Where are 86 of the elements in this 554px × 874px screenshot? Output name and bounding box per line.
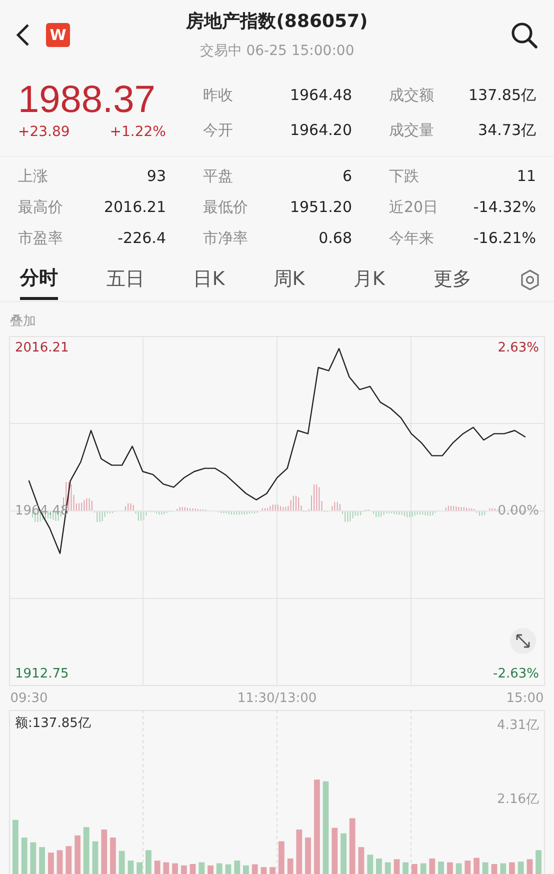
volume-bar	[198, 862, 205, 874]
stat-label: 近20日	[389, 197, 438, 218]
volume-bar	[340, 832, 346, 874]
volume-bar	[367, 854, 374, 874]
app-logo[interactable]: W	[46, 23, 70, 47]
stat-label: 昨收	[203, 85, 233, 106]
volume-bar	[464, 860, 471, 874]
expand-icon[interactable]	[510, 628, 536, 654]
volume-bar	[536, 850, 542, 874]
volume-bar	[146, 850, 152, 874]
stat-label: 平盘	[203, 166, 233, 188]
stat-value: 1964.48	[290, 85, 352, 106]
axis-label: 1912.75	[15, 666, 69, 681]
volume-bar	[48, 852, 54, 874]
percent-label: -2.63%	[493, 666, 539, 681]
axis-label: 4.31亿	[497, 717, 539, 732]
volume-bar	[509, 862, 515, 874]
volume-bar	[296, 829, 302, 874]
chart-tab[interactable]: 五日	[106, 260, 145, 300]
volume-bar	[402, 862, 408, 874]
stat-label: 成交额	[389, 85, 434, 106]
chart-tab[interactable]: 更多	[433, 260, 472, 300]
volume-bar	[30, 842, 36, 874]
volume-bar	[172, 862, 178, 874]
stat-label: 最低价	[203, 197, 248, 218]
stat-value: 11	[516, 166, 536, 188]
volume-bar	[278, 840, 284, 874]
volume-bar	[181, 864, 187, 874]
volume-bar	[332, 827, 338, 874]
price-change: +23.89	[18, 123, 70, 142]
page-title: 房地产指数(886057)	[184, 10, 369, 32]
stat-value: -226.4	[118, 228, 166, 250]
percent-label: 0.00%	[498, 502, 539, 518]
stat-label: 今开	[203, 120, 233, 142]
search-icon[interactable]	[510, 21, 538, 49]
stat-label: 市净率	[203, 228, 248, 250]
volume-bar	[500, 862, 506, 874]
time-label: 11:30/13:00	[237, 690, 317, 706]
volume-bar	[305, 837, 311, 874]
chart-tab[interactable]: 日K	[193, 260, 225, 300]
volume-bar	[101, 829, 108, 874]
axis-label: 2016.21	[15, 340, 69, 355]
chart-tab[interactable]: 分时	[20, 260, 58, 300]
chart-tab[interactable]: 月K	[353, 260, 385, 300]
time-label: 15:00	[506, 690, 544, 706]
stat-value: 6	[342, 166, 352, 188]
stat-value: -14.32%	[473, 197, 536, 218]
stat-value: 34.73亿	[478, 120, 536, 142]
stat-label: 成交量	[389, 120, 434, 142]
volume-total: 额:137.85亿	[15, 716, 91, 730]
volume-bar	[234, 860, 240, 874]
stat-value: 1964.20	[290, 120, 352, 142]
volume-bar	[474, 857, 480, 874]
stat-label: 最高价	[18, 197, 63, 218]
volume-bar	[110, 837, 116, 874]
volume-bar	[429, 858, 436, 874]
time-label: 09:30	[10, 690, 48, 706]
volume-bar	[39, 846, 45, 874]
stat-value: -16.21%	[473, 228, 536, 250]
stat-label: 市盈率	[18, 228, 63, 250]
settings-icon[interactable]	[520, 268, 540, 290]
volume-bar	[438, 861, 444, 874]
axis-label: 2.16亿	[497, 792, 539, 807]
stat-value: 1951.20	[290, 197, 352, 218]
volume-bar	[163, 862, 170, 874]
stat-label: 今年来	[389, 228, 434, 250]
volume-bar	[136, 862, 142, 874]
volume-bar	[447, 862, 453, 874]
stat-label: 上涨	[18, 166, 48, 188]
chart-tab[interactable]: 周K	[273, 260, 305, 300]
percent-label: 2.63%	[498, 340, 539, 355]
volume-bar	[66, 846, 72, 874]
volume-bar	[376, 858, 382, 874]
stat-label: 下跌	[389, 166, 419, 188]
trading-status: 交易中 06-25 15:00:00	[198, 42, 356, 60]
stat-value: 0.68	[318, 228, 352, 250]
stat-value: 93	[146, 166, 166, 188]
volume-bar	[412, 864, 418, 874]
stat-value: 2016.21	[104, 197, 166, 218]
stat-value: 137.85亿	[468, 85, 536, 106]
volume-bar	[74, 834, 80, 874]
current-price: 1988.37	[18, 78, 156, 122]
volume-bar	[12, 819, 18, 874]
back-icon[interactable]	[16, 23, 30, 47]
percent-change: +1.22%	[110, 123, 166, 142]
volume-bar	[243, 864, 249, 874]
